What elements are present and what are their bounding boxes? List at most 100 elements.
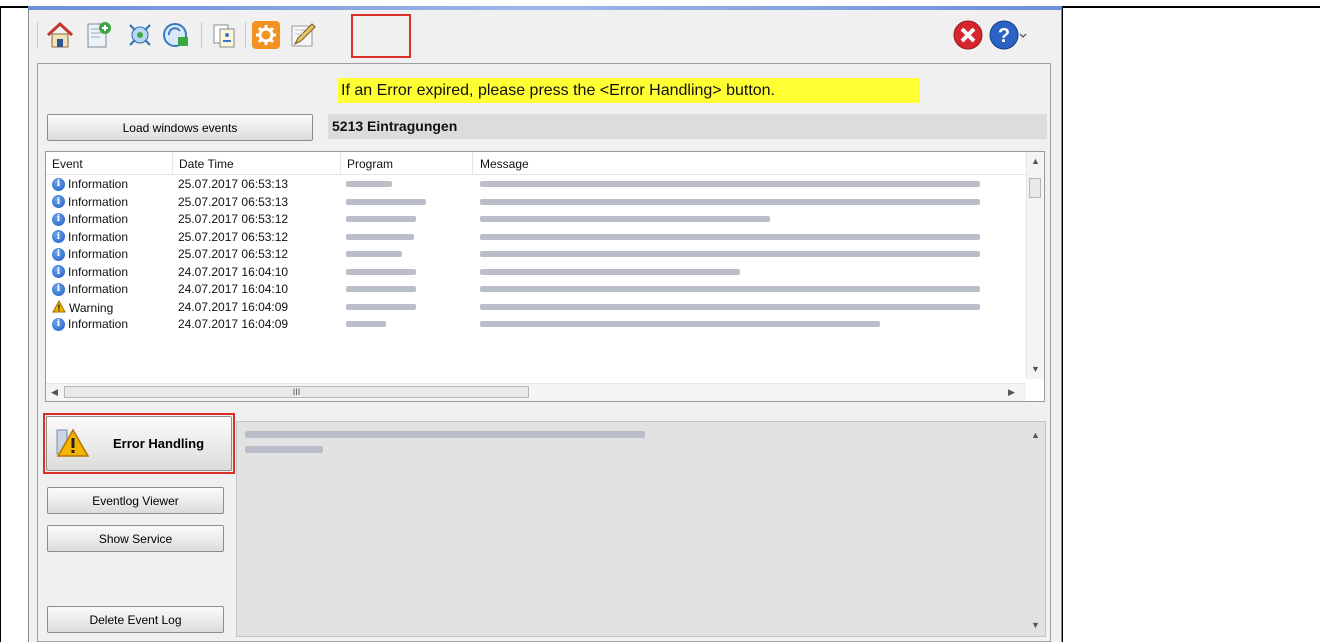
entry-count: 5213 Eintragungen (332, 118, 458, 134)
help-icon[interactable]: ? (987, 18, 1021, 52)
table-row[interactable]: i Information 25.07.2017 06:53:12 (46, 229, 1031, 245)
info-icon: i (52, 195, 65, 208)
info-icon: i (52, 212, 65, 226)
redacted-program (346, 233, 414, 240)
redacted-detail-line (245, 446, 323, 453)
column-separator (172, 152, 173, 174)
event-level: Information (68, 229, 129, 244)
event-cell: i Information (52, 195, 128, 209)
event-level: Information (68, 194, 129, 209)
event-level: Information (68, 264, 129, 279)
redacted-message (480, 251, 980, 257)
event-cell: i Information (52, 230, 128, 244)
event-datetime: 25.07.2017 06:53:12 (178, 229, 289, 244)
column-separator (340, 152, 341, 174)
network-icon[interactable] (123, 18, 157, 52)
redacted-program (346, 198, 426, 205)
table-row[interactable]: i Information 25.07.2017 06:53:13 (46, 194, 1031, 210)
entry-count-bar: 5213 Eintragungen (328, 114, 1047, 139)
event-list[interactable]: Event Date Time Program Message i Informa… (45, 151, 1045, 402)
event-datetime: 25.07.2017 06:53:12 (178, 247, 289, 261)
load-events-button[interactable]: Load windows events (47, 114, 313, 141)
eventlog-viewer-button[interactable]: Eventlog Viewer (47, 487, 224, 514)
event-datetime: 24.07.2017 16:04:10 (178, 282, 289, 296)
redacted-message (480, 286, 980, 292)
warning-icon (52, 299, 66, 316)
edit-log-highlight (351, 14, 411, 58)
delete-event-log-button[interactable]: Delete Event Log (47, 606, 224, 633)
table-row[interactable]: i Information 25.07.2017 06:53:12 (46, 246, 1031, 262)
info-icon: i (52, 177, 65, 191)
redacted-program (346, 251, 402, 257)
error-handling-highlight (43, 413, 235, 474)
redacted-message (480, 303, 980, 310)
event-level: Information (68, 247, 129, 261)
table-row[interactable]: i Information 24.07.2017 16:04:10 (46, 281, 1031, 297)
copy-icon[interactable] (207, 18, 241, 52)
redacted-message (480, 181, 980, 187)
event-level: Information (68, 212, 129, 226)
redacted-message (480, 233, 980, 240)
table-row[interactable]: i Information 24.07.2017 16:04:09 (46, 316, 1031, 332)
vertical-scrollbar[interactable]: ▲ ▼ (1026, 152, 1044, 379)
scroll-down-arrow-icon[interactable]: ▼ (1031, 364, 1040, 374)
home-icon[interactable] (43, 18, 77, 52)
table-row[interactable]: i Information 25.07.2017 06:53:13 (46, 176, 1031, 192)
edit-log-icon[interactable] (286, 18, 320, 52)
redacted-message (480, 198, 980, 205)
info-icon: i (52, 265, 65, 278)
redacted-message (480, 321, 880, 327)
toolbar-separator (37, 22, 38, 48)
close-icon[interactable] (951, 18, 985, 52)
event-detail-box[interactable]: ▲ ▼ (236, 421, 1046, 637)
main-panel: If an Error expired, please press the <E… (37, 63, 1051, 642)
table-row[interactable]: i Information 24.07.2017 16:04:10 (46, 264, 1031, 280)
settings-icon[interactable] (249, 18, 283, 52)
table-row[interactable]: i Information 25.07.2017 06:53:12 (46, 211, 1031, 227)
event-datetime: 24.07.2017 16:04:09 (178, 317, 289, 331)
horizontal-scroll-thumb[interactable]: III (64, 386, 529, 398)
svg-text:?: ? (998, 25, 1010, 47)
screenshot-border-right (1062, 6, 1063, 642)
scroll-up-arrow-icon[interactable]: ▲ (1031, 156, 1040, 166)
event-level: Information (68, 282, 129, 296)
event-datetime: 24.07.2017 16:04:10 (178, 264, 289, 279)
scroll-right-arrow-icon[interactable]: ▶ (1008, 387, 1015, 398)
toolbar-separator (245, 22, 246, 48)
event-cell: i Information (52, 317, 128, 331)
info-icon: i (52, 317, 65, 331)
redacted-detail-line (245, 431, 645, 438)
detail-scroll-down-icon[interactable]: ▼ (1031, 620, 1040, 630)
show-service-button[interactable]: Show Service (47, 525, 224, 552)
redacted-message (480, 268, 740, 275)
event-cell: i Information (52, 212, 128, 226)
redacted-program (346, 286, 416, 292)
transfer-icon[interactable] (159, 18, 193, 52)
column-header-program[interactable]: Program (347, 157, 393, 171)
column-header-datetime[interactable]: Date Time (179, 157, 234, 171)
new-document-icon[interactable] (81, 18, 115, 52)
horizontal-scrollbar[interactable]: ◀ III ▶ (46, 383, 1026, 401)
event-datetime: 25.07.2017 06:53:13 (178, 194, 289, 209)
event-level: Warning (69, 300, 114, 315)
event-cell: i Information (52, 265, 128, 279)
vertical-scroll-thumb[interactable] (1029, 178, 1041, 198)
info-icon: i (52, 247, 65, 261)
event-cell: Warning (52, 299, 114, 316)
column-header-message[interactable]: Message (480, 157, 529, 171)
scroll-left-arrow-icon[interactable]: ◀ (51, 387, 58, 398)
list-header: Event Date Time Program Message (46, 152, 1026, 175)
event-cell: i Information (52, 282, 128, 296)
event-datetime: 25.07.2017 06:53:13 (178, 177, 289, 191)
screenshot-border-left (0, 6, 1, 642)
column-header-event[interactable]: Event (52, 157, 83, 171)
toolbar: ? (29, 10, 1061, 60)
chevron-down-icon[interactable] (1017, 18, 1029, 52)
detail-scroll-up-icon[interactable]: ▲ (1031, 430, 1040, 440)
event-level: Information (68, 317, 129, 331)
toolbar-separator (201, 22, 202, 48)
redacted-program (346, 268, 416, 275)
table-row[interactable]: Warning 24.07.2017 16:04:09 (46, 299, 1031, 315)
info-icon: i (52, 230, 65, 243)
app-window: ? If an Error expired, please press the … (28, 10, 1062, 642)
